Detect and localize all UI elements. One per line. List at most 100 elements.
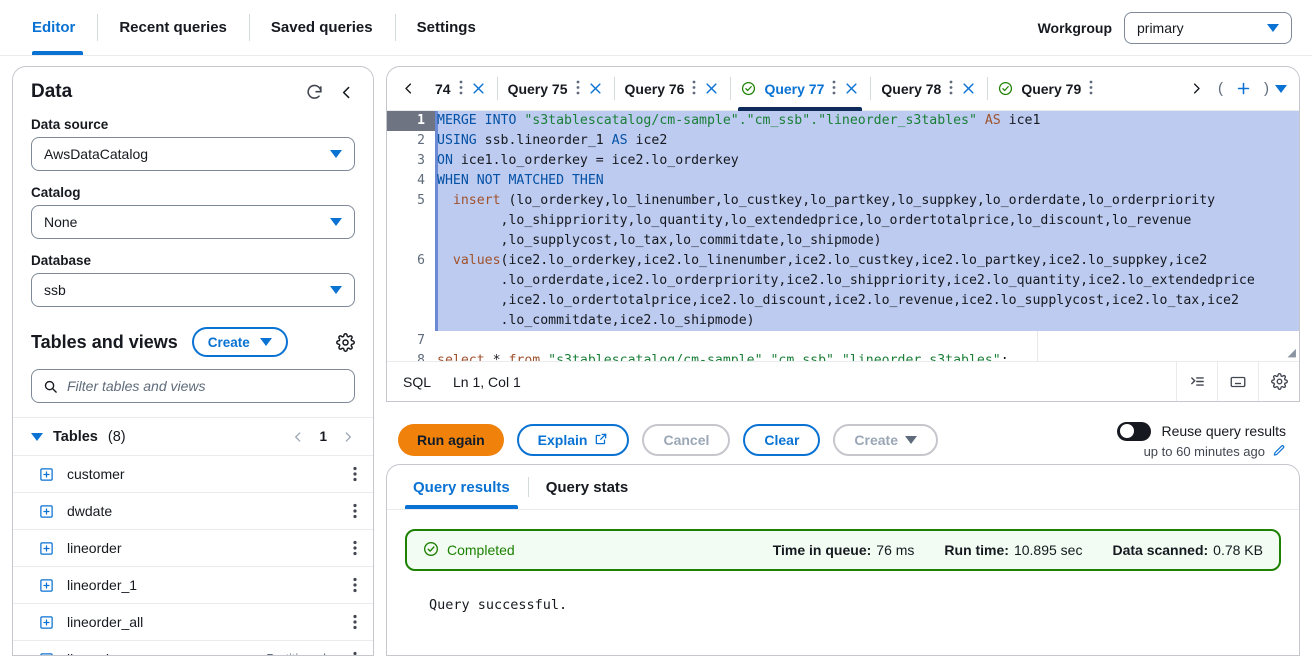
table-row[interactable]: dwdate bbox=[13, 492, 373, 529]
check-circle-icon bbox=[423, 541, 439, 560]
chevron-down-icon bbox=[259, 338, 272, 346]
close-icon[interactable] bbox=[588, 81, 603, 96]
gear-icon[interactable] bbox=[1258, 362, 1299, 401]
database-value: ssb bbox=[44, 282, 66, 298]
plus-icon[interactable] bbox=[1229, 80, 1258, 97]
keyboard-icon[interactable] bbox=[1217, 362, 1258, 401]
table-row[interactable]: lineorder_p Partitioned bbox=[13, 640, 373, 655]
reuse-query-results-toggle[interactable] bbox=[1117, 421, 1152, 441]
code-line: ,lo_supplycost,lo_tax,lo_commitdate,lo_s… bbox=[387, 231, 1299, 251]
expand-triangle-icon[interactable] bbox=[31, 432, 43, 441]
code-line-content: ON ice1.lo_orderkey = ice2.lo_orderkey bbox=[435, 151, 1299, 171]
table-actions-icon[interactable] bbox=[353, 540, 357, 556]
format-indent-icon[interactable] bbox=[1176, 362, 1217, 401]
code-line-content: select * from "s3tablescatalog/cm-sample… bbox=[437, 353, 1009, 361]
pencil-icon[interactable] bbox=[1272, 444, 1286, 458]
code-line: 1 MERGE INTO "s3tablescatalog/cm-sample".… bbox=[387, 111, 1299, 131]
sql-code-editor[interactable]: 1 MERGE INTO "s3tablescatalog/cm-sample".… bbox=[387, 111, 1299, 361]
query-tab-label: Query 79 bbox=[1021, 80, 1082, 97]
line-number bbox=[387, 271, 435, 291]
line-number: 1 bbox=[387, 111, 435, 131]
top-tab-recent-queries[interactable]: Recent queries bbox=[97, 0, 249, 55]
table-actions-icon[interactable] bbox=[353, 651, 357, 655]
close-icon[interactable] bbox=[961, 81, 976, 96]
code-line-content: .lo_commitdate,ice2.lo_shipmode) bbox=[435, 311, 1299, 331]
table-actions-icon[interactable] bbox=[353, 503, 357, 519]
run-again-button[interactable]: Run again bbox=[398, 424, 504, 456]
query-tab-query-75[interactable]: Query 75 bbox=[496, 67, 614, 110]
expand-table-icon[interactable] bbox=[39, 578, 54, 593]
table-actions-icon[interactable] bbox=[353, 577, 357, 593]
chevron-left-icon[interactable] bbox=[338, 84, 355, 101]
database-select[interactable]: ssb bbox=[31, 273, 355, 307]
query-results-card: Query results Query stats Completed Time … bbox=[386, 464, 1300, 656]
metric-value: 0.78 KB bbox=[1213, 542, 1263, 558]
top-tab-settings[interactable]: Settings bbox=[394, 0, 498, 55]
query-tab-query-78[interactable]: Query 78 bbox=[870, 67, 987, 110]
workgroup-select[interactable]: primary bbox=[1124, 12, 1292, 44]
line-number bbox=[387, 291, 435, 311]
query-tab-74[interactable]: 74 bbox=[424, 67, 497, 110]
close-icon[interactable] bbox=[704, 81, 719, 96]
query-tabs-controls: ( ) bbox=[1181, 67, 1299, 110]
table-row[interactable]: customer bbox=[13, 455, 373, 492]
tables-list: customer dwdate lineorder lineorder_1lineor… bbox=[13, 455, 373, 655]
expand-table-icon[interactable] bbox=[39, 467, 54, 482]
decorative-paren-right: ) bbox=[1264, 80, 1269, 97]
table-row[interactable]: lineorder_all bbox=[13, 603, 373, 640]
chevron-down-icon bbox=[330, 150, 342, 158]
expand-table-icon[interactable] bbox=[39, 615, 54, 630]
query-tabs-next-icon[interactable] bbox=[1181, 81, 1212, 96]
table-tag: Partitioned bbox=[266, 652, 326, 655]
results-tab-query-stats[interactable]: Query stats bbox=[527, 465, 647, 509]
explain-button[interactable]: Explain bbox=[516, 424, 630, 456]
reuse-duration-text: up to 60 minutes ago bbox=[1143, 443, 1265, 459]
expand-table-icon[interactable] bbox=[39, 541, 54, 556]
query-tab-query-76[interactable]: Query 76 bbox=[613, 67, 731, 110]
clear-button[interactable]: Clear bbox=[743, 424, 821, 456]
table-row[interactable]: lineorder bbox=[13, 529, 373, 566]
catalog-select[interactable]: None bbox=[31, 205, 355, 239]
page-number[interactable]: 1 bbox=[319, 429, 327, 444]
table-actions-icon[interactable] bbox=[353, 614, 357, 630]
metric-value: 10.895 sec bbox=[1013, 542, 1083, 558]
query-tab-menu-icon[interactable] bbox=[576, 80, 580, 97]
check-circle-icon bbox=[998, 81, 1013, 96]
code-line-content: ,ice2.lo_ordertotalprice,ice2.lo_discoun… bbox=[435, 291, 1299, 311]
gear-icon[interactable] bbox=[336, 332, 355, 352]
data-source-select[interactable]: AwsDataCatalog bbox=[31, 137, 355, 171]
table-name: lineorder_all bbox=[67, 614, 144, 630]
metric-label: Time in queue: bbox=[772, 542, 872, 558]
query-tab-label: Query 75 bbox=[507, 80, 568, 97]
table-actions-icon[interactable] bbox=[353, 466, 357, 482]
close-icon[interactable] bbox=[844, 81, 859, 96]
line-number: 6 bbox=[387, 251, 435, 271]
query-tab-menu-icon[interactable] bbox=[949, 80, 953, 97]
expand-table-icon[interactable] bbox=[39, 504, 54, 519]
query-tab-menu-icon[interactable] bbox=[832, 80, 836, 97]
query-tab-menu-icon[interactable] bbox=[459, 80, 463, 97]
query-tab-menu-icon[interactable] bbox=[1089, 80, 1093, 97]
top-tab-editor[interactable]: Editor bbox=[18, 0, 97, 55]
filter-tables-box[interactable] bbox=[31, 369, 355, 403]
query-tab-query-77[interactable]: Query 77 bbox=[730, 67, 870, 111]
query-tab-query-79[interactable]: Query 79 bbox=[987, 67, 1104, 110]
chevron-down-icon[interactable] bbox=[1275, 84, 1287, 93]
page-next-icon[interactable] bbox=[341, 430, 355, 444]
editor-resize-grip[interactable]: ◢ bbox=[1288, 346, 1296, 359]
code-line: .lo_orderdate,ice2.lo_orderpriority,ice2… bbox=[387, 271, 1299, 291]
table-row[interactable]: lineorder_1 bbox=[13, 566, 373, 603]
expand-table-icon[interactable] bbox=[39, 652, 54, 655]
filter-tables-input[interactable] bbox=[67, 378, 343, 394]
code-line: 7 bbox=[387, 331, 1299, 351]
refresh-icon[interactable] bbox=[305, 83, 324, 102]
top-tab-saved-queries[interactable]: Saved queries bbox=[248, 0, 395, 55]
editor-language: SQL bbox=[403, 373, 432, 390]
query-tab-menu-icon[interactable] bbox=[692, 80, 696, 97]
page-prev-icon[interactable] bbox=[291, 430, 305, 444]
results-tab-query-results[interactable]: Query results bbox=[395, 465, 528, 509]
query-tabs-prev-icon[interactable] bbox=[393, 67, 424, 110]
close-icon[interactable] bbox=[471, 81, 486, 96]
top-tab-list: Editor Recent queries Saved queries Setting… bbox=[0, 0, 498, 55]
create-button[interactable]: Create bbox=[191, 327, 288, 357]
